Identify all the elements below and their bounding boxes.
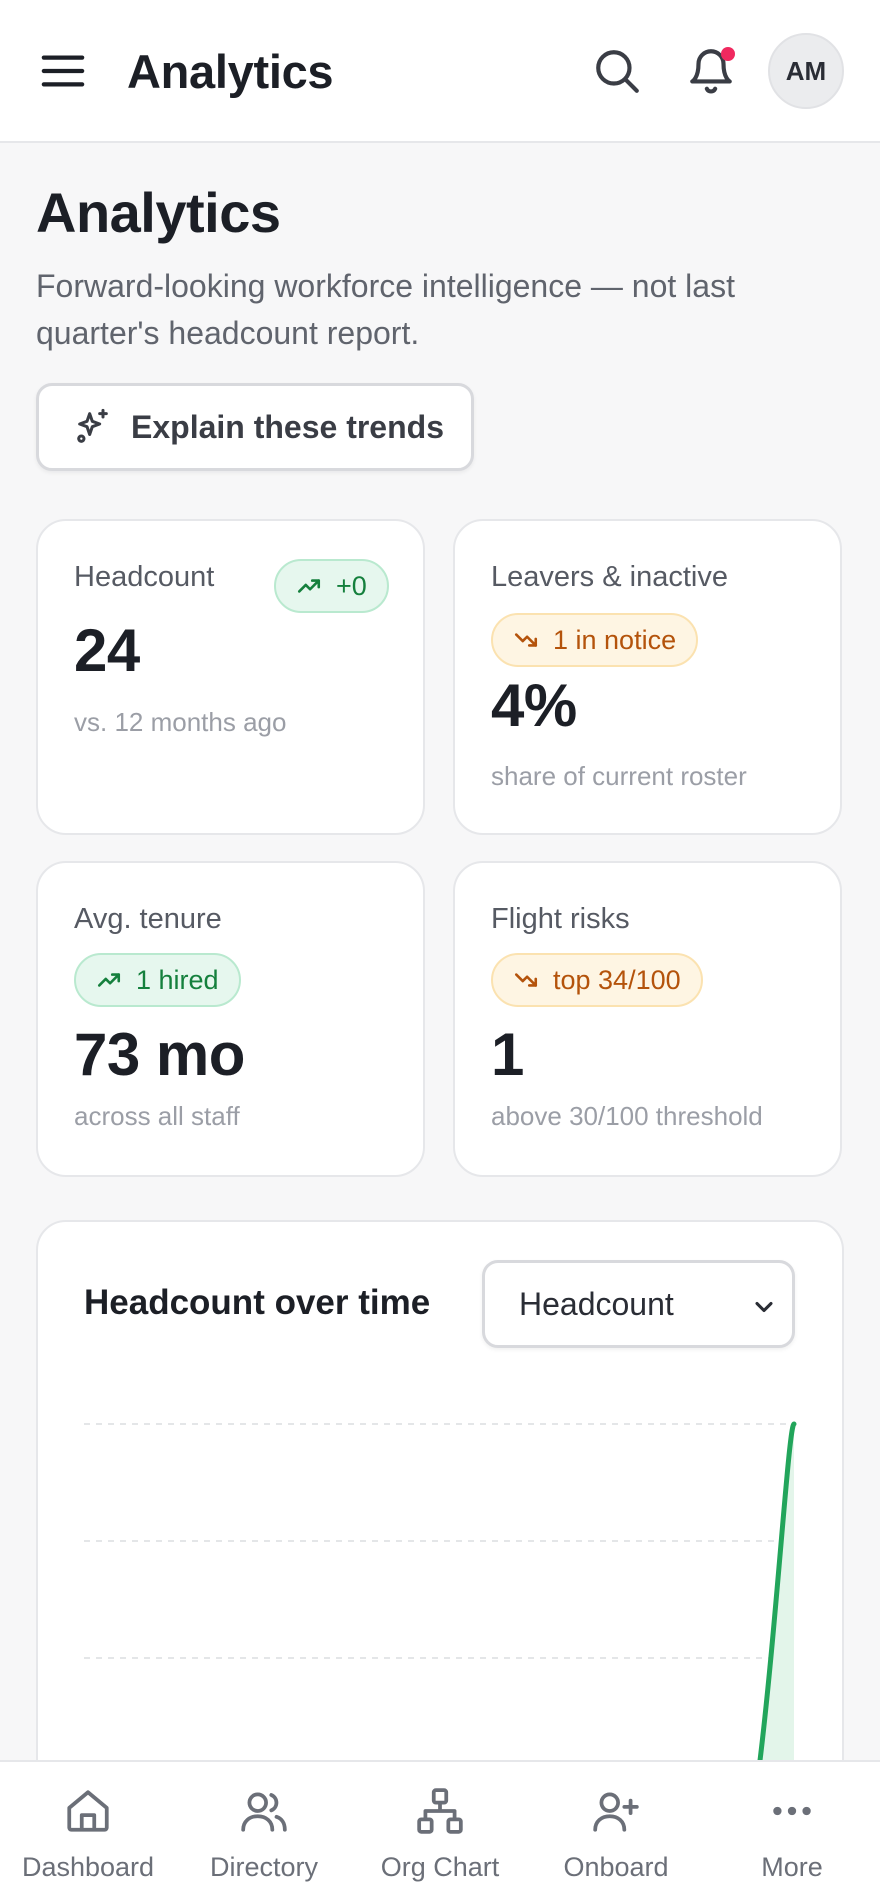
kpi-card-tenure: Avg. tenure 1 hired 73 mo across all sta… — [36, 861, 425, 1177]
trend-badge: +0 — [274, 559, 389, 613]
nav-item-onboard[interactable]: Onboard — [528, 1762, 704, 1904]
kpi-card-leavers: Leavers & inactive 1 in notice 4% share … — [453, 519, 842, 835]
user-plus-icon — [593, 1792, 639, 1832]
nav-item-org-chart[interactable]: Org Chart — [352, 1762, 528, 1904]
kpi-caption: across all staff — [74, 1101, 240, 1131]
trend-down-icon — [514, 973, 538, 987]
users-icon — [241, 1792, 287, 1832]
chevron-down-icon — [755, 1301, 773, 1313]
kpi-value: 4% — [491, 672, 577, 739]
nav-item-directory[interactable]: Directory — [176, 1762, 352, 1904]
metric-select[interactable]: Headcount — [482, 1260, 795, 1348]
nav-label: Onboard — [563, 1852, 669, 1882]
kpi-label: Leavers & inactive — [491, 561, 728, 593]
more-icon — [773, 1806, 811, 1816]
metric-select-value: Headcount — [519, 1285, 674, 1322]
nav-item-dashboard[interactable]: Dashboard — [0, 1762, 176, 1904]
kpi-value: 73 mo — [74, 1021, 245, 1088]
kpi-caption: vs. 12 months ago — [74, 707, 287, 737]
nav-item-more[interactable]: More — [704, 1762, 880, 1904]
trend-up-icon — [97, 973, 121, 987]
nav-label: More — [761, 1852, 823, 1882]
kpi-card-flight-risks: Flight risks top 34/100 1 above 30/100 t… — [453, 861, 842, 1177]
kpi-label: Avg. tenure — [74, 903, 222, 935]
sparkle-icon — [77, 408, 108, 443]
org-chart-icon — [417, 1788, 463, 1834]
bottom-nav: Dashboard Directory Org Chart Onboard Mo… — [0, 1760, 880, 1904]
page-subtitle: Forward-looking workforce intelligence —… — [36, 268, 735, 351]
trend-down-icon — [514, 633, 538, 647]
search-icon[interactable] — [592, 46, 642, 96]
trend-up-icon — [297, 579, 321, 593]
notification-dot — [721, 47, 735, 61]
nav-label: Org Chart — [380, 1852, 500, 1882]
kpi-caption: share of current roster — [491, 761, 747, 791]
explain-trends-label: Explain these trends — [131, 408, 444, 445]
kpi-value: 24 — [74, 617, 140, 684]
kpi-label: Flight risks — [491, 903, 630, 935]
trend-badge-text: 1 in notice — [553, 624, 677, 655]
kpi-caption: above 30/100 threshold — [491, 1101, 763, 1131]
trend-badge-text: 1 hired — [136, 964, 219, 995]
page-title: Analytics — [36, 181, 281, 244]
home-icon — [67, 1790, 109, 1832]
top-app-bar: Analytics AM — [0, 0, 880, 143]
nav-label: Directory — [209, 1852, 318, 1882]
kpi-card-headcount: Headcount +0 24 vs. 12 months ago — [36, 519, 425, 835]
app-title: Analytics — [127, 45, 334, 98]
chart-title: Headcount over time — [84, 1283, 431, 1322]
trend-badge-text: top 34/100 — [553, 964, 681, 995]
trend-badge: top 34/100 — [491, 953, 703, 1007]
trend-badge: 1 hired — [74, 953, 241, 1007]
trend-badge-text: +0 — [336, 570, 367, 601]
kpi-value: 1 — [491, 1021, 524, 1088]
kpi-label: Headcount — [74, 561, 215, 593]
menu-icon[interactable] — [40, 48, 86, 94]
nav-label: Dashboard — [21, 1852, 155, 1882]
explain-trends-button[interactable]: Explain these trends — [36, 383, 474, 471]
avatar[interactable]: AM — [768, 33, 844, 109]
trend-badge: 1 in notice — [491, 613, 699, 667]
